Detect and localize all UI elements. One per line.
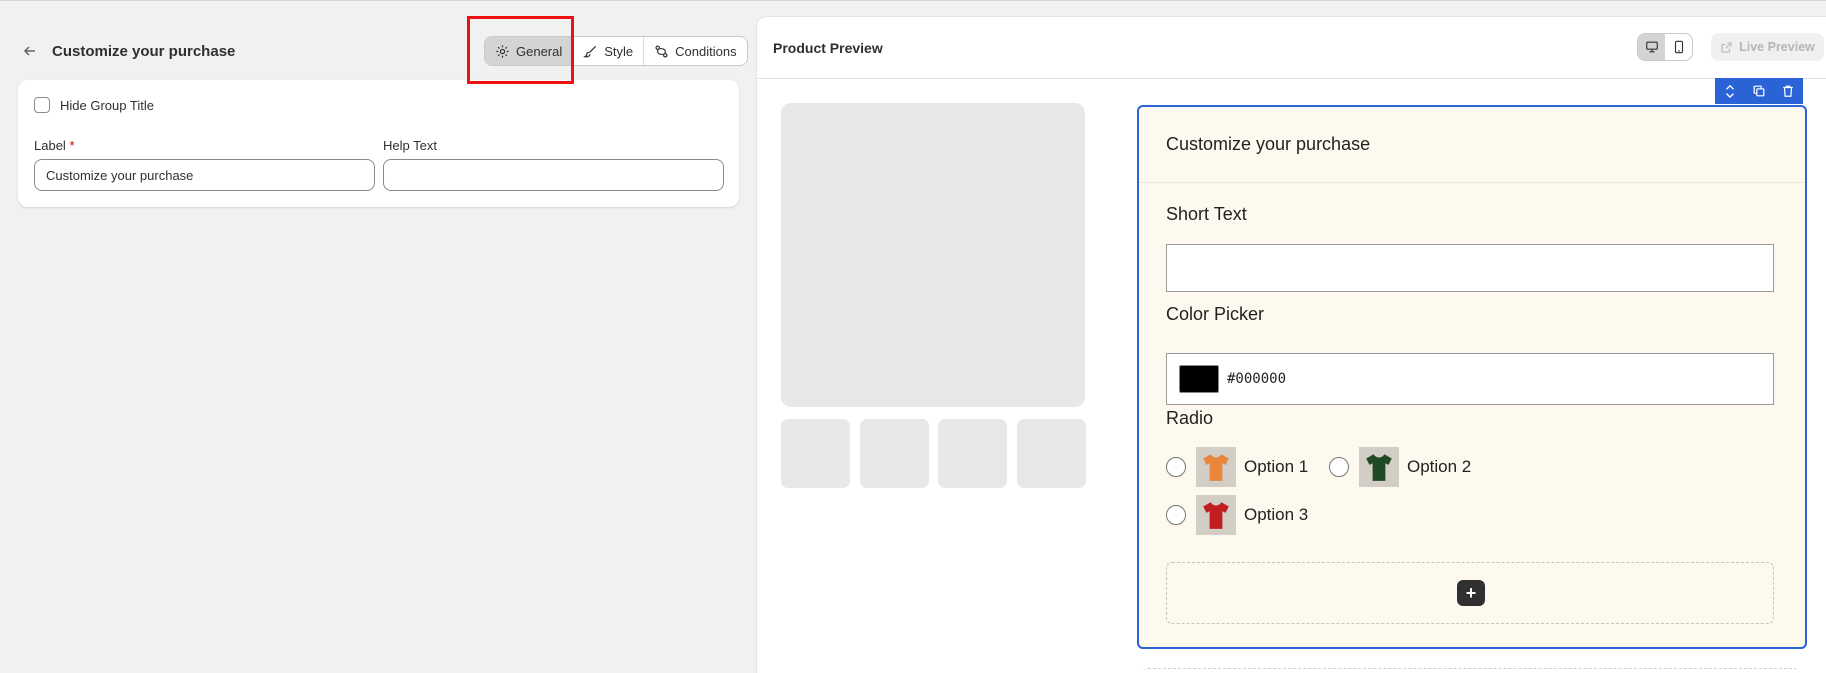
radio-option-label: Option 3 — [1244, 505, 1309, 524]
color-picker-label: Color Picker — [1166, 304, 1265, 324]
short-text-input[interactable] — [1166, 244, 1774, 292]
tab-style[interactable]: Style — [573, 37, 645, 65]
radio-option-label: Option 2 — [1407, 457, 1472, 476]
tshirt-thumbnail — [1359, 447, 1399, 487]
thumbnail-placeholder[interactable] — [860, 419, 929, 488]
tab-general-label: General — [516, 43, 563, 59]
radio-label: Radio — [1166, 408, 1214, 428]
group-title: Customize your purchase — [1166, 134, 1371, 154]
help-text-label: Help Text — [383, 138, 437, 153]
help-text-field: Help Text — [383, 138, 724, 191]
tab-conditions-label: Conditions — [675, 43, 737, 59]
thumbnail-placeholder[interactable] — [1017, 419, 1086, 488]
external-link-icon — [1721, 42, 1732, 52]
radio-button[interactable] — [1329, 457, 1349, 477]
gear-icon — [496, 44, 509, 58]
tshirt-green-icon — [1366, 454, 1392, 481]
hide-group-title-checkbox[interactable] — [34, 97, 50, 113]
mobile-icon — [1674, 40, 1683, 54]
hide-group-title-row[interactable]: Hide Group Title — [34, 97, 154, 113]
thumbnail-placeholder[interactable] — [938, 419, 1007, 488]
thumbnail-placeholder[interactable] — [781, 419, 850, 488]
arrow-left-icon — [23, 46, 35, 56]
radio-option-3[interactable]: Option 3 — [1166, 495, 1308, 535]
next-block-outline — [1143, 668, 1799, 673]
tab-general[interactable]: General — [485, 37, 574, 65]
desktop-icon — [1645, 41, 1658, 53]
product-image-placeholder — [781, 103, 1085, 407]
settings-tabs: General Style Conditions — [484, 36, 748, 66]
required-mark: * — [69, 138, 75, 153]
preview-title: Product Preview — [773, 40, 883, 56]
live-preview-button[interactable]: Live Preview — [1711, 33, 1824, 61]
preview-header: Product Preview Live Preview — [757, 17, 1826, 79]
radio-button[interactable] — [1166, 457, 1186, 477]
product-preview-panel: Product Preview Live Preview Customize y… — [756, 16, 1826, 673]
device-toggle — [1637, 33, 1693, 61]
short-text-label: Short Text — [1166, 204, 1247, 224]
move-up-down-icon[interactable] — [1723, 84, 1737, 98]
label-input[interactable]: Customize your purchase — [34, 159, 375, 191]
color-hex-value: #000000 — [1227, 371, 1287, 387]
help-text-input[interactable] — [383, 159, 724, 191]
color-swatch[interactable] — [1179, 365, 1219, 393]
general-settings-card: Hide Group Title Label * Customize your … — [18, 80, 739, 207]
tab-style-label: Style — [604, 43, 634, 59]
label-field-label: Label * — [34, 138, 75, 153]
tshirt-thumbnail — [1196, 447, 1236, 487]
tshirt-orange-icon — [1203, 454, 1229, 481]
block-toolbar — [1715, 78, 1803, 104]
add-field-button[interactable]: + — [1457, 580, 1485, 606]
settings-panel: Customize your purchase General Style Co… — [0, 1, 756, 673]
brush-icon — [583, 45, 597, 57]
mobile-view-button[interactable] — [1665, 34, 1692, 60]
radio-button[interactable] — [1166, 505, 1186, 525]
radio-option-1[interactable]: Option 1 — [1166, 447, 1308, 487]
duplicate-icon[interactable] — [1752, 84, 1766, 98]
panel-header: Customize your purchase General Style Co… — [18, 33, 748, 69]
tshirt-thumbnail — [1196, 495, 1236, 535]
back-button[interactable] — [18, 39, 42, 63]
live-preview-label: Live Preview — [1739, 40, 1815, 54]
label-field: Label * Customize your purchase — [34, 138, 375, 191]
trash-icon[interactable] — [1781, 84, 1795, 98]
desktop-view-button[interactable] — [1638, 34, 1665, 60]
radio-option-2[interactable]: Option 2 — [1329, 447, 1471, 487]
group-divider — [1139, 182, 1805, 183]
add-field-dropzone[interactable]: + — [1166, 562, 1774, 624]
radio-option-label: Option 1 — [1244, 457, 1309, 476]
tshirt-red-icon — [1203, 502, 1229, 529]
color-picker-input[interactable]: #000000 — [1166, 353, 1774, 405]
branch-icon — [655, 44, 668, 58]
tab-conditions[interactable]: Conditions — [644, 37, 746, 65]
hide-group-title-label: Hide Group Title — [60, 97, 154, 113]
preview-option-group[interactable]: Customize your purchase Short Text Color… — [1137, 105, 1807, 649]
panel-title: Customize your purchase — [52, 42, 236, 60]
